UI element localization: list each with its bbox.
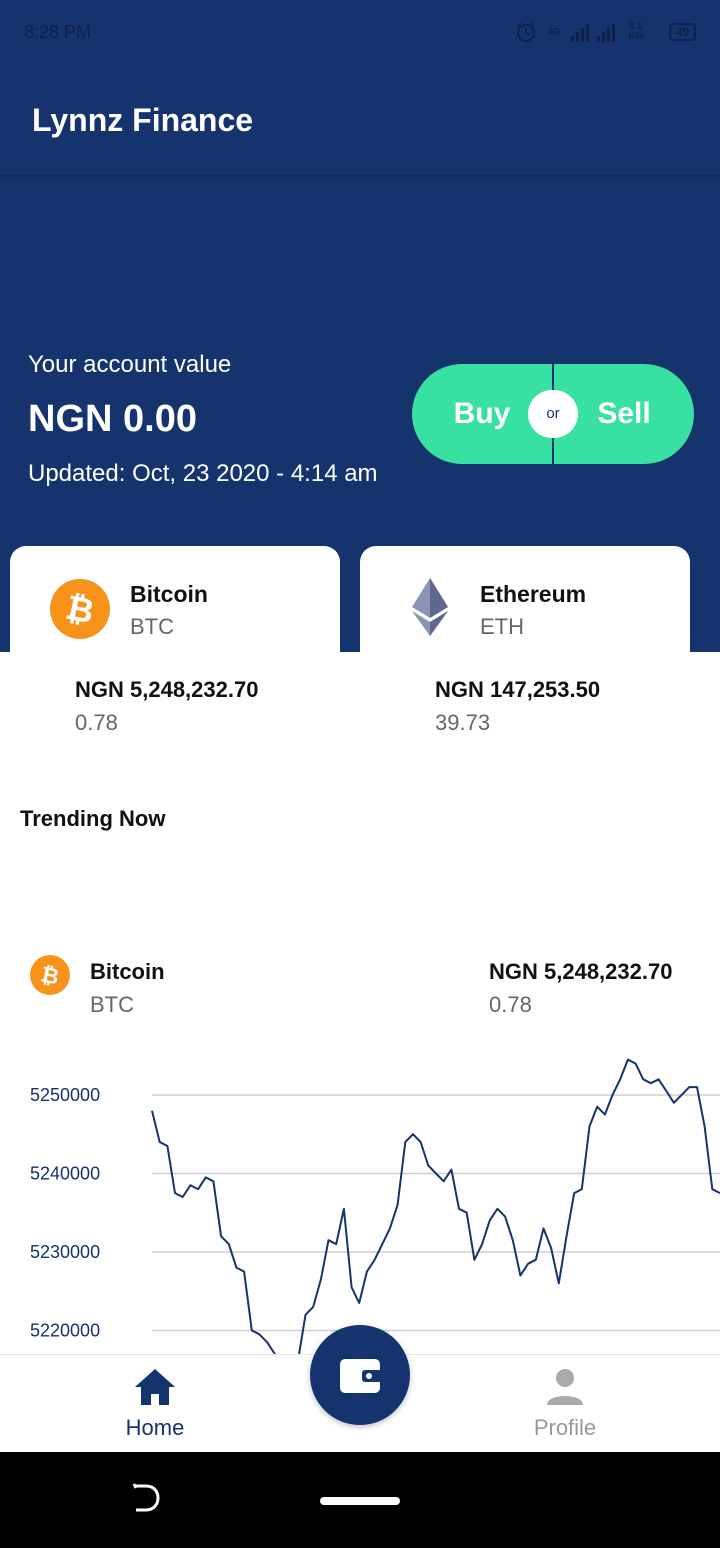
- nav-profile[interactable]: Profile: [510, 1355, 620, 1453]
- app-bar: Lynnz Finance: [0, 64, 720, 176]
- nav-home-label: Home: [125, 1415, 185, 1440]
- y-tick-label: 5240000: [30, 1163, 100, 1183]
- asset-value: NGN 5,248,232.70: [75, 677, 259, 702]
- asset-name: Ethereum: [480, 581, 587, 607]
- status-icons: 4G 5.1 K/s 49: [515, 18, 696, 46]
- wallet-button[interactable]: [310, 1325, 410, 1425]
- wallet-icon: [340, 1359, 382, 1393]
- y-tick-label: 5220000: [30, 1320, 100, 1340]
- asset-symbol: ETH: [480, 614, 524, 639]
- nav-home[interactable]: Home: [100, 1355, 210, 1453]
- asset-card-ethereum[interactable]: Ethereum ETH: [360, 546, 690, 652]
- battery-icon: 49: [668, 23, 696, 41]
- bitcoin-icon: ₿: [30, 955, 70, 995]
- account-updated: Updated: Oct, 23 2020 - 4:14 am: [28, 460, 378, 487]
- y-tick-label: 5250000: [30, 1085, 100, 1105]
- nav-profile-label: Profile: [533, 1415, 597, 1440]
- status-bar: 8:28 PM 4G 5.1 K/s 49: [0, 0, 720, 64]
- app-title: Lynnz Finance: [32, 102, 254, 138]
- asset-amount: 0.78: [75, 710, 118, 735]
- alarm-icon: [517, 22, 536, 42]
- buy-sell-toggle: Buy Sell or: [412, 364, 694, 464]
- or-badge: or: [528, 390, 578, 438]
- trending-name[interactable]: Bitcoin: [90, 959, 165, 985]
- home-icon: [135, 1369, 175, 1405]
- account-label: Your account value: [28, 351, 232, 378]
- network-label: 4G: [547, 26, 561, 38]
- account-value: NGN 0.00: [28, 398, 197, 440]
- trending-amount: 0.78: [489, 992, 532, 1017]
- trending-value: NGN 5,248,232.70: [489, 959, 673, 984]
- bitcoin-icon: ₿: [50, 579, 110, 639]
- asset-value: NGN 147,253.50: [435, 677, 601, 702]
- y-tick-label: 5230000: [30, 1242, 100, 1262]
- speed-label: 5.1 K/s: [628, 21, 645, 42]
- asset-card-bitcoin[interactable]: ₿ Bitcoin BTC: [10, 546, 340, 652]
- status-time: 8:28 PM: [24, 22, 92, 42]
- back-icon[interactable]: [130, 1480, 162, 1516]
- system-nav-bar: [0, 1452, 720, 1548]
- asset-name: Bitcoin: [130, 581, 208, 607]
- home-gesture-bar[interactable]: [320, 1497, 400, 1505]
- app-screen: 8:28 PM 4G 5.1 K/s 49 Lynnz Finance Your…: [0, 0, 720, 1548]
- price-line: [151, 1058, 720, 1354]
- ethereum-icon: [412, 578, 448, 636]
- trending-title: Trending Now: [20, 806, 166, 831]
- asset-amount: 39.73: [435, 710, 491, 735]
- trending-symbol: BTC: [90, 992, 134, 1017]
- person-icon: [547, 1369, 583, 1405]
- price-chart: 5250000 5240000 5230000 5220000: [30, 1058, 720, 1354]
- signal-icon: [570, 24, 615, 42]
- asset-symbol: BTC: [130, 614, 174, 639]
